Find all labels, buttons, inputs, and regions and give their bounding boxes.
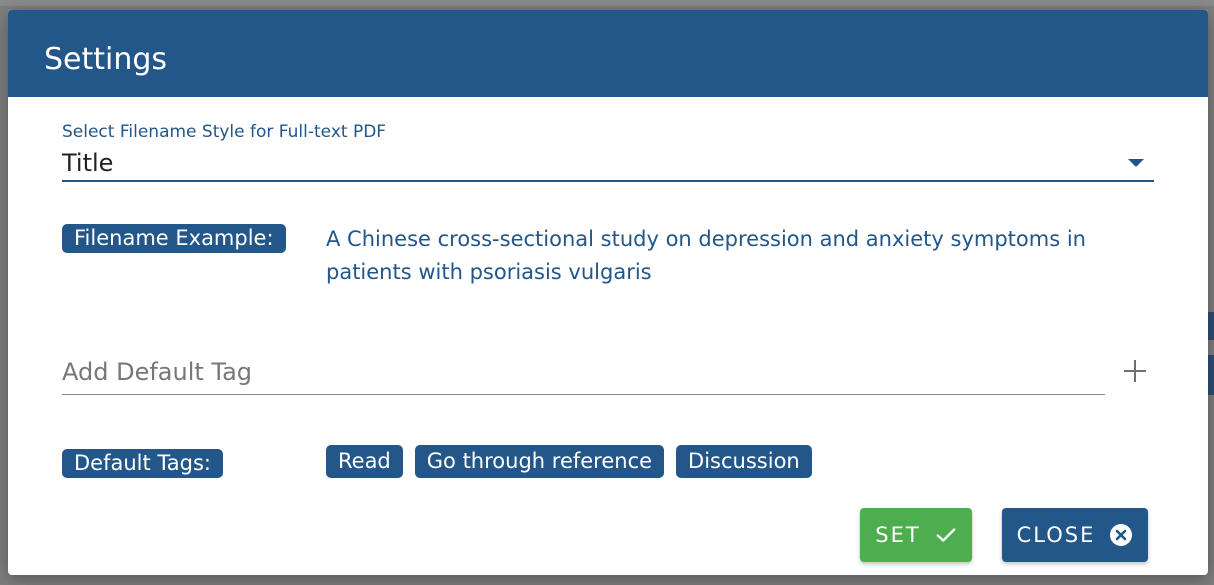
filename-example-label: Filename Example: (62, 224, 286, 253)
filename-example-text: A Chinese cross-sectional study on depre… (326, 227, 1086, 284)
filename-style-value: Title (62, 149, 114, 177)
set-button[interactable]: SET (860, 508, 972, 562)
add-default-tag-field[interactable] (62, 350, 1105, 395)
settings-dialog: Settings Select Filename Style for Full-… (8, 10, 1208, 575)
default-tags-list: Read Go through reference Discussion (326, 445, 812, 478)
filename-style-dropdown[interactable]: Title (62, 146, 1154, 182)
filename-style-select[interactable]: Select Filename Style for Full-text PDF … (62, 122, 1154, 182)
dialog-header: Settings (8, 10, 1208, 97)
background-app (0, 0, 1214, 6)
background-tab (1208, 312, 1214, 340)
tag-chip[interactable]: Discussion (676, 445, 812, 478)
plus-icon[interactable] (1124, 360, 1146, 382)
tag-chip[interactable]: Go through reference (414, 445, 665, 478)
background-tab (1208, 355, 1214, 395)
caret-down-icon[interactable] (1128, 159, 1144, 167)
tag-chip[interactable]: Read (326, 445, 403, 478)
close-button[interactable]: CLOSE (1002, 508, 1148, 562)
check-icon (936, 528, 956, 542)
add-default-tag-input[interactable] (62, 358, 1105, 386)
set-button-label: SET (875, 523, 921, 547)
dialog-title: Settings (44, 42, 168, 77)
close-circle-icon (1110, 524, 1133, 546)
default-tags-label: Default Tags: (62, 449, 223, 478)
close-button-label: CLOSE (1016, 523, 1096, 547)
filename-style-label: Select Filename Style for Full-text PDF (62, 122, 387, 142)
